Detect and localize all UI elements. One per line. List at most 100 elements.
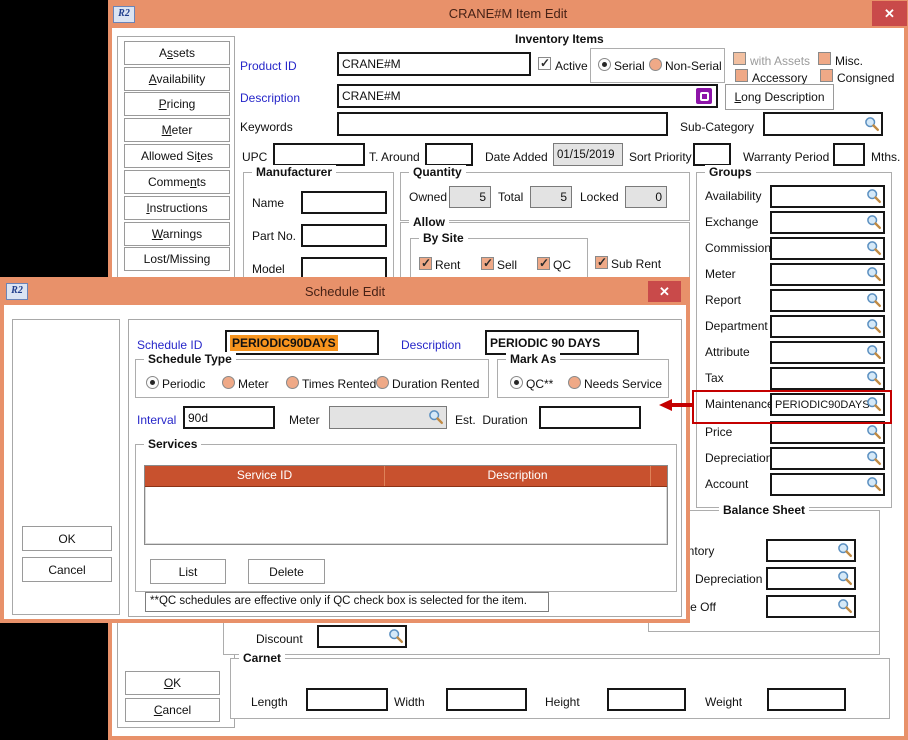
sidebar-item-meter[interactable]: Meter: [124, 118, 230, 142]
description-label: Description: [240, 91, 300, 105]
selected-text: PERIODIC90DAYS: [230, 335, 338, 351]
list-button[interactable]: List: [150, 559, 226, 584]
owned-label: Owned: [409, 190, 447, 204]
search-icon[interactable]: [837, 570, 853, 586]
t-around-field[interactable]: [425, 143, 473, 166]
periodic-radio[interactable]: [146, 376, 159, 389]
search-icon[interactable]: [866, 424, 882, 440]
name-field[interactable]: [301, 191, 387, 214]
search-icon[interactable]: [864, 116, 880, 132]
warranty-period-field[interactable]: [833, 143, 865, 166]
search-icon[interactable]: [866, 476, 882, 492]
serial-radio[interactable]: [598, 58, 611, 71]
search-icon[interactable]: [428, 409, 444, 425]
active-checkbox[interactable]: [538, 57, 551, 70]
est-duration-field[interactable]: [539, 406, 641, 429]
non-serial-radio[interactable]: [649, 58, 662, 71]
sort-priority-label: Sort Priority: [629, 150, 692, 164]
model-label: Model: [252, 262, 285, 276]
close-button[interactable]: ✕: [872, 1, 907, 26]
qc-checkbox[interactable]: [537, 257, 550, 270]
search-icon[interactable]: [866, 318, 882, 334]
duration-rented-label: Duration Rented: [392, 377, 479, 391]
search-icon[interactable]: [866, 240, 882, 256]
schedule-edit-window: R2 Schedule Edit ✕ OK Cancel Schedule ID…: [0, 277, 690, 623]
maintenance-highlight-box: [692, 390, 892, 424]
warranty-period-label: Warranty Period: [743, 150, 829, 164]
group-row-label: Depreciation: [705, 451, 772, 465]
schedule-left-panel: OK Cancel: [12, 319, 120, 615]
service-id-column-header[interactable]: Service ID: [145, 466, 385, 486]
schedule-type-group: Schedule Type Periodic Meter Times Rente…: [135, 359, 489, 398]
duration-rented-radio[interactable]: [376, 376, 389, 389]
mark-as-title: Mark As: [506, 352, 560, 366]
sub-rent-checkbox[interactable]: [595, 256, 608, 269]
search-icon[interactable]: [837, 598, 853, 614]
sidebar-item-instructions[interactable]: Instructions: [124, 196, 230, 220]
search-icon[interactable]: [866, 266, 882, 282]
group-row-label: Department: [705, 319, 768, 333]
keywords-field[interactable]: [337, 112, 668, 136]
length-field[interactable]: [306, 688, 388, 711]
sidebar-item-pricing[interactable]: Pricing: [124, 92, 230, 116]
sidebar-item-lost-missing[interactable]: Lost/Missing: [124, 247, 230, 271]
sort-priority-field[interactable]: [693, 143, 731, 166]
by-site-title: By Site: [419, 231, 468, 245]
owned-field: 5: [449, 186, 491, 208]
search-icon[interactable]: [866, 214, 882, 230]
search-icon[interactable]: [866, 370, 882, 386]
services-table: Service ID Description: [144, 465, 668, 545]
schedule-id-field[interactable]: PERIODIC90DAYS: [225, 330, 379, 355]
times-rented-radio[interactable]: [286, 376, 299, 389]
group-row-label: Report: [705, 293, 741, 307]
search-icon[interactable]: [866, 344, 882, 360]
sidebar-item-comments[interactable]: Comments: [124, 170, 230, 194]
search-icon[interactable]: [866, 188, 882, 204]
accessory-checkbox[interactable]: [735, 69, 748, 82]
services-group: Services Service ID Description List Del…: [135, 444, 677, 592]
product-id-field[interactable]: CRANE#M: [337, 52, 531, 76]
name-label: Name: [252, 196, 284, 210]
long-description-button[interactable]: Long Description: [725, 84, 834, 110]
search-icon[interactable]: [837, 542, 853, 558]
sidebar-item-warnings[interactable]: Warnings: [124, 222, 230, 246]
group-row-label: Availability: [705, 189, 761, 203]
periodic-label: Periodic: [162, 377, 205, 391]
description-column-header[interactable]: Description: [385, 466, 651, 486]
quantity-group: Quantity Owned 5 Total 5 Locked 0: [400, 172, 690, 221]
group-row-label: Meter: [705, 267, 736, 281]
mark-as-group: Mark As QC** Needs Service: [497, 359, 669, 398]
expand-description-icon[interactable]: [696, 88, 712, 104]
balance-sheet-title: Balance Sheet: [719, 503, 809, 517]
with-assets-checkbox[interactable]: [733, 52, 746, 65]
qc-radio[interactable]: [510, 376, 523, 389]
schedule-ok-button[interactable]: OK: [22, 526, 112, 551]
needs-service-radio[interactable]: [568, 376, 581, 389]
cancel-button[interactable]: Cancel: [125, 698, 220, 722]
schedule-close-button[interactable]: ✕: [648, 281, 681, 302]
height-field[interactable]: [607, 688, 686, 711]
interval-field[interactable]: 90d: [183, 406, 275, 429]
sidebar-item-allowed-sites[interactable]: Allowed Sites: [124, 144, 230, 168]
ok-button[interactable]: OK: [125, 671, 220, 695]
search-icon[interactable]: [866, 292, 882, 308]
consigned-checkbox[interactable]: [820, 69, 833, 82]
meter-radio[interactable]: [222, 376, 235, 389]
weight-field[interactable]: [767, 688, 846, 711]
width-field[interactable]: [446, 688, 527, 711]
sidebar-item-assets[interactable]: Assets: [124, 41, 230, 65]
non-serial-label: Non-Serial: [665, 59, 722, 73]
rent-checkbox[interactable]: [419, 257, 432, 270]
with-assets-label: with Assets: [750, 54, 810, 68]
description-field[interactable]: CRANE#M: [337, 84, 718, 108]
upc-field[interactable]: [273, 143, 365, 166]
schedule-cancel-button[interactable]: Cancel: [22, 557, 112, 582]
search-icon[interactable]: [866, 450, 882, 466]
date-added-field: 01/15/2019: [553, 143, 623, 166]
sell-checkbox[interactable]: [481, 257, 494, 270]
sidebar-item-availability[interactable]: Availability: [124, 67, 230, 91]
misc-checkbox[interactable]: [818, 52, 831, 65]
delete-button[interactable]: Delete: [248, 559, 325, 584]
search-icon[interactable]: [388, 628, 404, 644]
part-no-field[interactable]: [301, 224, 387, 247]
